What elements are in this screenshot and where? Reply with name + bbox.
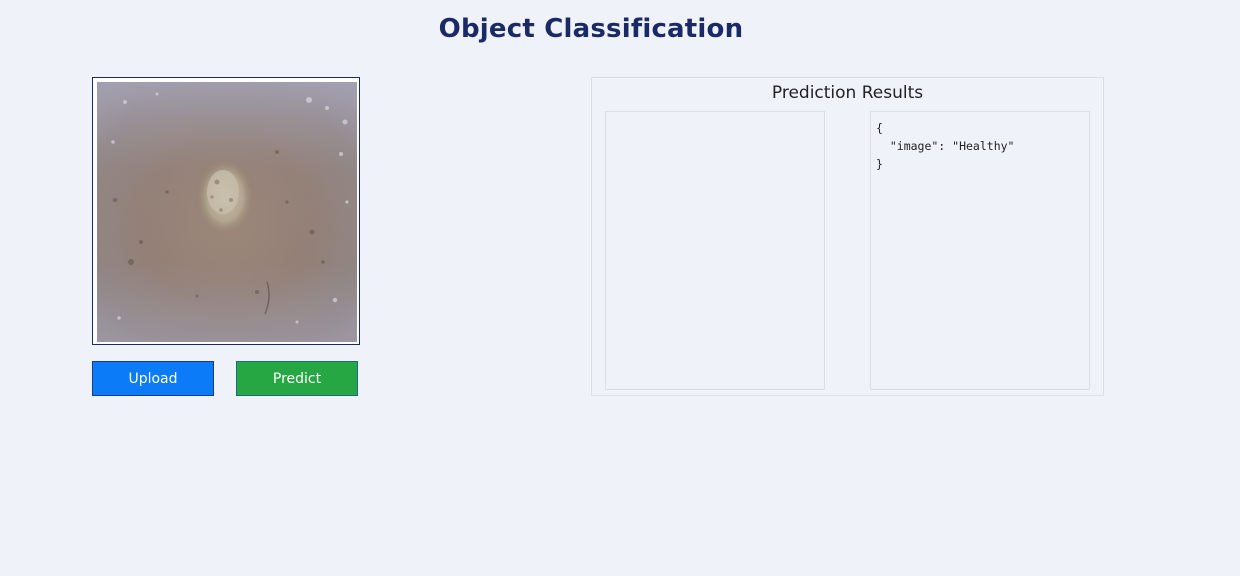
results-title: Prediction Results — [771, 83, 924, 103]
uploaded-image — [97, 82, 357, 342]
result-json-box: { "image": "Healthy" } — [870, 111, 1090, 390]
predict-button[interactable]: Predict — [236, 361, 358, 396]
json-output: { "image": "Healthy" } — [876, 121, 1015, 171]
result-image-box — [605, 111, 825, 390]
page-title: Object Classification — [438, 14, 744, 44]
image-preview — [92, 77, 360, 345]
results-panel: Prediction Results { "image": "Healthy" … — [591, 77, 1104, 396]
upload-button[interactable]: Upload — [92, 361, 214, 396]
